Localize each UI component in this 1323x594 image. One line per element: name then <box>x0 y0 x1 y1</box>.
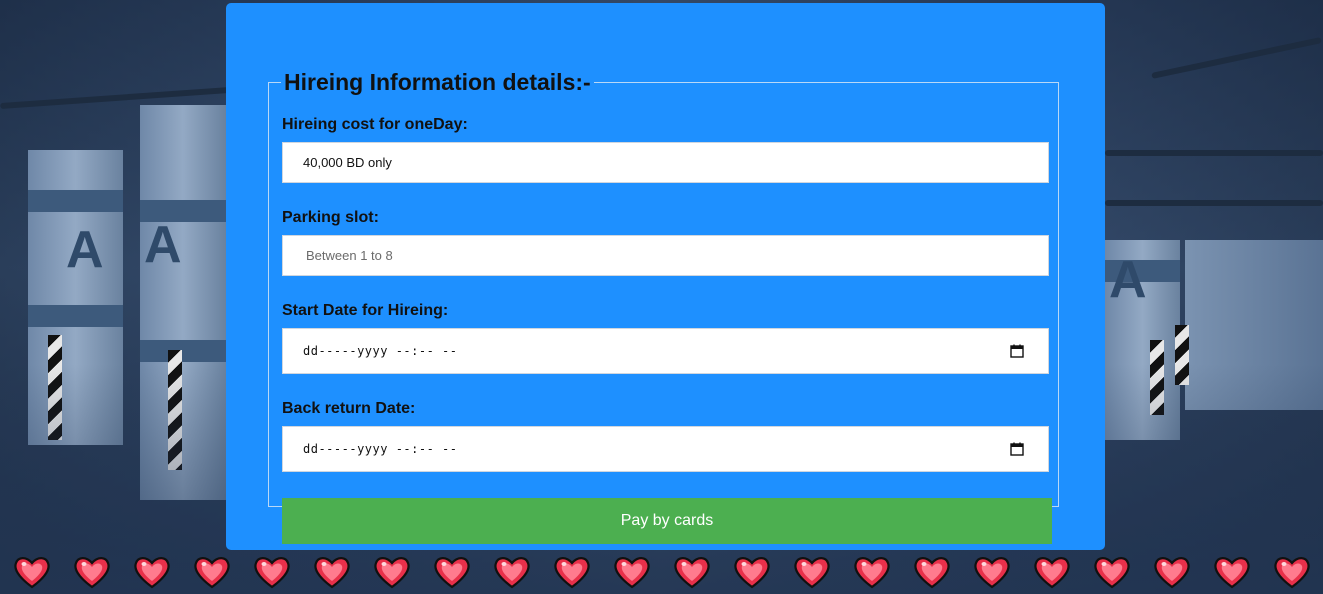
start-date-label: Start Date for Hireing: <box>282 302 449 319</box>
ceiling-beam <box>1105 200 1323 206</box>
return-date-input[interactable]: dd-----yyyy --:-- -- <box>282 426 1049 472</box>
heart-icon <box>794 557 830 589</box>
heart-icon <box>74 557 110 589</box>
heart-icon <box>854 557 890 589</box>
parking-slot-label: Parking slot: <box>282 209 379 226</box>
heart-icon <box>1214 557 1250 589</box>
heart-icon <box>1154 557 1190 589</box>
hearts-row <box>0 553 1323 594</box>
start-date-value: dd-----yyyy --:-- -- <box>303 344 458 358</box>
heart-icon <box>614 557 650 589</box>
parking-slot-input-box[interactable] <box>282 235 1049 276</box>
parking-slot-input[interactable] <box>283 236 1048 275</box>
start-date-input[interactable]: dd-----yyyy --:-- -- <box>282 328 1049 374</box>
heart-icon <box>134 557 170 589</box>
return-date-label: Back return Date: <box>282 400 416 417</box>
heart-icon <box>674 557 710 589</box>
cost-input-box[interactable] <box>282 142 1049 183</box>
heart-icon <box>1274 557 1310 589</box>
heart-icon <box>914 557 950 589</box>
heart-icon <box>14 557 50 589</box>
cost-input[interactable] <box>283 143 1048 182</box>
heart-icon <box>554 557 590 589</box>
heart-icon <box>974 557 1010 589</box>
heart-icon <box>194 557 230 589</box>
ceiling-beam <box>1151 37 1322 79</box>
heart-icon <box>374 557 410 589</box>
hire-form-card: Hireing Information details:- Hireing co… <box>226 3 1105 550</box>
heart-icon <box>494 557 530 589</box>
heart-icon <box>1094 557 1130 589</box>
heart-icon <box>1034 557 1070 589</box>
heart-icon <box>434 557 470 589</box>
return-date-value: dd-----yyyy --:-- -- <box>303 442 458 456</box>
heart-icon <box>254 557 290 589</box>
page: A A A Hireing Information details:- Hire… <box>0 0 1323 594</box>
calendar-icon[interactable] <box>1010 442 1024 456</box>
calendar-icon[interactable] <box>1010 344 1024 358</box>
form-legend: Hireing Information details:- <box>284 69 591 95</box>
heart-icon <box>314 557 350 589</box>
heart-icon <box>734 557 770 589</box>
cost-label: Hireing cost for oneDay: <box>282 116 468 133</box>
pay-by-cards-button[interactable]: Pay by cards <box>282 498 1052 544</box>
ceiling-beam <box>1105 150 1323 156</box>
